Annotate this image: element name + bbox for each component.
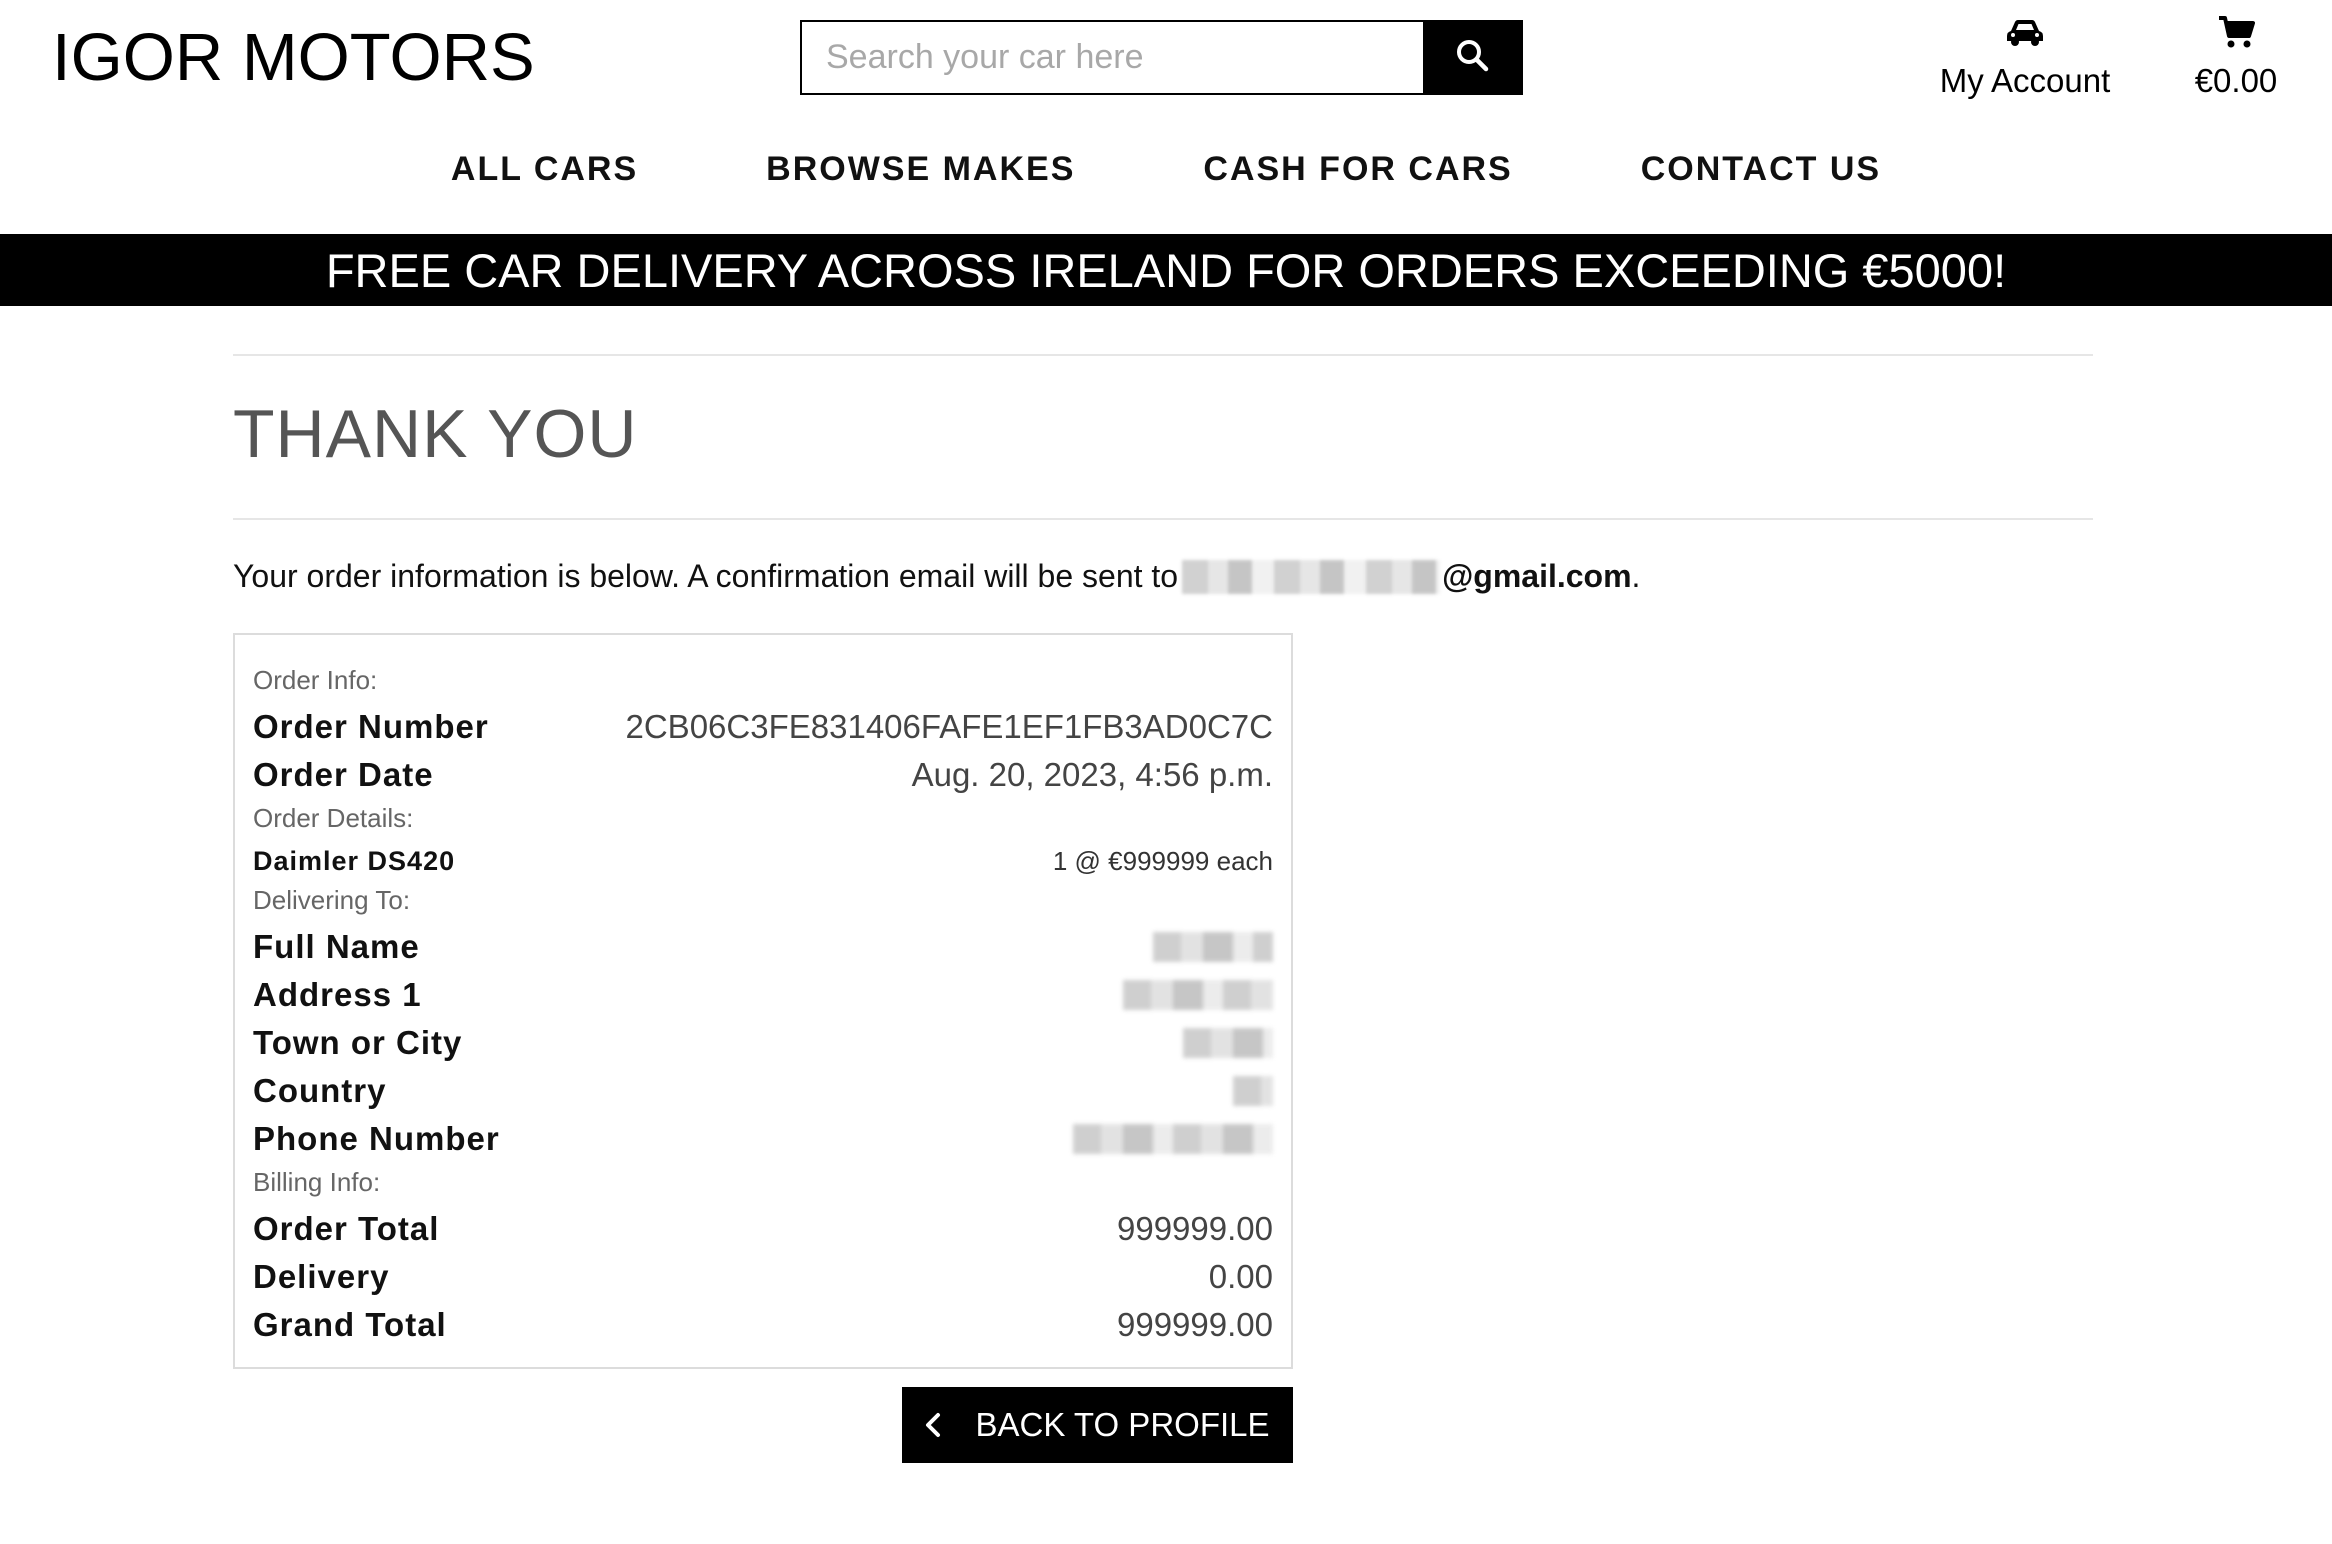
country-label: Country <box>253 1072 387 1109</box>
redacted-address1 <box>1123 980 1273 1010</box>
search-icon <box>1455 38 1489 77</box>
intro-text: Your order information is below. A confi… <box>233 558 1179 594</box>
search-input[interactable] <box>802 22 1423 93</box>
intro-end: . <box>1631 558 1641 594</box>
promo-banner-text: FREE CAR DELIVERY ACROSS IRELAND FOR ORD… <box>325 243 2007 297</box>
main-content: THANK YOU Your order information is belo… <box>0 354 2093 1463</box>
order-item-row: Daimler DS420 1 @ €999999 each <box>253 841 1273 881</box>
grand-total-row: Grand Total 999999.00 <box>253 1301 1273 1349</box>
cart-icon <box>2217 15 2255 54</box>
full-name-label: Full Name <box>253 928 420 965</box>
grand-total-label: Grand Total <box>253 1306 447 1343</box>
delivery-row: Delivery 0.00 <box>253 1253 1273 1301</box>
promo-banner: FREE CAR DELIVERY ACROSS IRELAND FOR ORD… <box>0 234 2332 306</box>
delivery-value: 0.00 <box>1208 1258 1273 1295</box>
order-intro: Your order information is below. A confi… <box>233 558 2093 595</box>
site-logo[interactable]: IGOR MOTORS <box>52 18 535 98</box>
search-button[interactable] <box>1423 22 1521 93</box>
order-date-row: Order Date Aug. 20, 2023, 4:56 p.m. <box>253 751 1273 799</box>
search-bar <box>800 20 1523 95</box>
page-title: THANK YOU <box>233 396 638 472</box>
delivering-to-label: Delivering To: <box>253 885 411 915</box>
order-number-label: Order Number <box>253 708 489 745</box>
order-details-label: Order Details: <box>253 803 414 833</box>
town-row: Town or City <box>253 1019 1273 1067</box>
order-summary: Order Info: Order Number 2CB06C3FE831406… <box>233 633 1293 1369</box>
redacted-phone <box>1073 1124 1273 1154</box>
my-account-link[interactable]: My Account <box>1930 12 2120 100</box>
chevron-left-icon <box>925 1412 941 1438</box>
order-total-row: Order Total 999999.00 <box>253 1205 1273 1253</box>
address1-label: Address 1 <box>253 976 422 1013</box>
address1-row: Address 1 <box>253 971 1273 1019</box>
main-nav: ALL CARS BROWSE MAKES CASH FOR CARS CONT… <box>0 150 2332 189</box>
order-number-row: Order Number 2CB06C3FE831406FAFE1EF1FB3A… <box>253 703 1273 751</box>
redacted-full-name <box>1153 932 1273 962</box>
nav-item-all-cars[interactable]: ALL CARS <box>451 150 638 189</box>
order-date-label: Order Date <box>253 756 434 793</box>
back-to-profile-label: BACK TO PROFILE <box>975 1406 1270 1443</box>
divider <box>233 518 2093 520</box>
order-info-label: Order Info: <box>253 665 378 695</box>
order-total-value: 999999.00 <box>1117 1210 1273 1247</box>
email-domain: @gmail.com <box>1442 558 1632 594</box>
order-item-qty-price: 1 @ €999999 each <box>1052 845 1273 876</box>
country-row: Country <box>253 1067 1273 1115</box>
redacted-email-user <box>1182 559 1441 594</box>
full-name-row: Full Name <box>253 923 1273 971</box>
phone-row: Phone Number <box>253 1115 1273 1163</box>
order-item-name: Daimler DS420 <box>253 845 456 876</box>
site-header: IGOR MOTORS Search your car here My Acco… <box>0 0 2332 234</box>
nav-item-contact-us[interactable]: CONTACT US <box>1641 150 1881 189</box>
grand-total-value: 999999.00 <box>1117 1306 1273 1343</box>
back-to-profile-button[interactable]: BACK TO PROFILE <box>902 1387 1293 1463</box>
order-number-value: 2CB06C3FE831406FAFE1EF1FB3AD0C7C <box>625 708 1274 745</box>
nav-item-browse-makes[interactable]: BROWSE MAKES <box>766 150 1075 189</box>
divider <box>233 354 2093 356</box>
nav-item-cash-for-cars[interactable]: CASH FOR CARS <box>1203 150 1512 189</box>
phone-label: Phone Number <box>253 1120 500 1157</box>
cart-link[interactable]: €0.00 <box>2186 12 2286 100</box>
car-icon <box>2004 17 2046 52</box>
redacted-country <box>1233 1076 1273 1106</box>
order-date-value: Aug. 20, 2023, 4:56 p.m. <box>911 756 1273 793</box>
redacted-town <box>1183 1028 1273 1058</box>
delivery-label: Delivery <box>253 1258 390 1295</box>
my-account-label: My Account <box>1939 62 2111 99</box>
town-label: Town or City <box>253 1024 463 1061</box>
cart-total: €0.00 <box>2194 62 2278 99</box>
billing-info-label: Billing Info: <box>253 1167 381 1197</box>
order-total-label: Order Total <box>253 1210 440 1247</box>
